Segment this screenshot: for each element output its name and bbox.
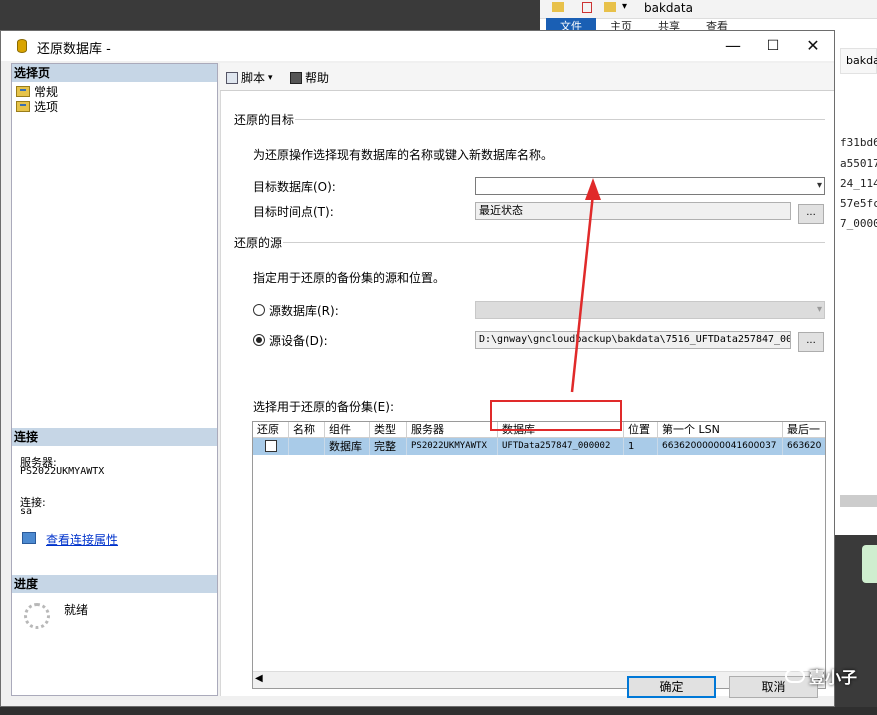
taskbar-strip [0,707,877,715]
watermark: 壹小子 [785,664,857,688]
chat-bubble-icon [785,669,805,683]
watermark-text: 壹小子 [809,668,858,687]
annotation-arrow [570,178,601,393]
